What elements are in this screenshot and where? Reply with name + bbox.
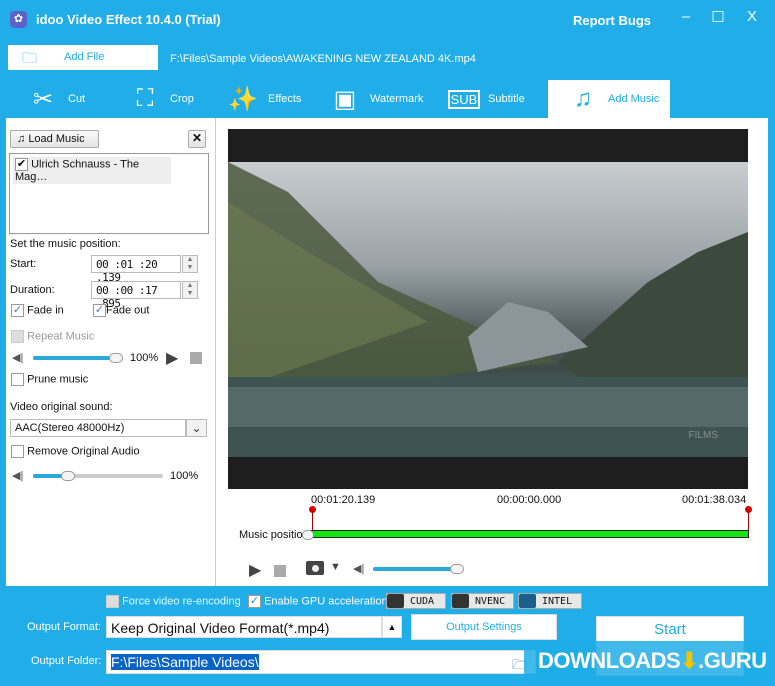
scissors-icon: ✂ (32, 85, 54, 113)
music-note-icon: ♫ (574, 85, 592, 112)
start-time-input[interactable]: 00 :01 :20 .139 (91, 255, 181, 284)
load-music-label: Load Music (28, 133, 85, 145)
tab-effects[interactable]: ✨ Effects (208, 80, 318, 118)
original-volume-value: 100% (170, 470, 199, 482)
output-folder-value: F:\Files\Sample Videos\ (111, 654, 259, 670)
add-file-label: Add File (64, 51, 105, 63)
tab-subtitle[interactable]: SUB Subtitle (430, 80, 548, 118)
tab-cut[interactable]: ✂ Cut (8, 80, 118, 118)
prune-label: Prune music (27, 373, 89, 386)
fade-out-checkbox[interactable]: ✓ Fade out (93, 304, 149, 317)
format-dropdown-icon[interactable]: ▲ (382, 616, 402, 638)
fade-in-checkbox[interactable]: ✓ Fade in (11, 304, 64, 317)
window-title: idoo Video Effect 10.4.0 (Trial) (36, 12, 221, 27)
output-format-label: Output Format: (27, 621, 101, 633)
stop-music-button[interactable] (190, 352, 202, 364)
start-label: Start: (10, 258, 37, 270)
track-name: Ulrich Schnauss - The Mag… (15, 158, 140, 183)
remove-original-label: Remove Original Audio (27, 445, 140, 458)
volume-icon: ◀| (12, 352, 24, 364)
remove-music-button[interactable]: ✕ (188, 130, 206, 148)
timeline-end-time: 00:01:38.034 (682, 494, 747, 506)
tab-add-music[interactable]: ♫ Add Music (548, 80, 670, 118)
force-reencode-checkbox[interactable]: Force video re-encoding (106, 595, 241, 608)
play-music-button[interactable]: ▶ (166, 348, 178, 368)
magic-wand-icon: ✨ (228, 85, 258, 113)
start-label: Start (654, 621, 686, 638)
intel-icon (519, 594, 536, 608)
minimize-button[interactable]: – (676, 8, 696, 25)
track-checkbox[interactable]: ✔ (15, 158, 28, 171)
tab-label: Subtitle (488, 93, 525, 105)
repeat-music-checkbox[interactable]: Repeat Music (11, 330, 94, 343)
music-list: ✔ Ulrich Schnauss - The Mag… (9, 153, 209, 234)
tab-label: Add Music (608, 93, 660, 105)
original-sound-heading: Video original sound: (10, 401, 113, 413)
camera-icon[interactable] (306, 561, 324, 575)
chevron-down-icon[interactable]: ⌄ (186, 419, 207, 437)
snapshot-dropdown-icon[interactable]: ▼ (330, 561, 341, 573)
position-heading: Set the music position: (10, 238, 121, 250)
start-spinner[interactable]: ▲ ▼ (182, 255, 198, 273)
tab-label: Cut (68, 93, 86, 105)
report-bugs-link[interactable]: Report Bugs (573, 13, 651, 28)
tab-watermark[interactable]: ▣ Watermark (310, 80, 430, 118)
maximize-button[interactable]: ☐ (708, 8, 728, 26)
nvenc-badge: NVENC (451, 593, 514, 609)
gpu-accel-checkbox[interactable]: ✓ Enable GPU acceleration (248, 595, 388, 608)
output-folder-input[interactable]: F:\Files\Sample Videos\ (106, 650, 536, 674)
video-watermark: FILMS (688, 430, 718, 441)
app-logo-icon: ✿ (10, 11, 27, 28)
nvidia-icon (452, 594, 469, 608)
repeat-label: Repeat Music (27, 330, 95, 343)
player-volume-slider[interactable] (373, 564, 464, 574)
gpu-accel-label: Enable GPU acceleration (264, 595, 388, 608)
duration-label: Duration: (10, 284, 55, 296)
crop-icon: ⛶ (136, 85, 154, 112)
output-folder-label: Output Folder: (31, 655, 102, 667)
fade-out-label: Fade out (106, 304, 150, 317)
output-settings-button[interactable]: Output Settings (411, 614, 557, 640)
watermark-icon: ▣ (333, 85, 357, 113)
list-item[interactable]: ✔ Ulrich Schnauss - The Mag… (13, 157, 171, 184)
file-path: F:\Files\Sample Videos\AWAKENING NEW ZEA… (170, 53, 476, 65)
downloads-guru-watermark: DOWNLOADS⬇.GURU (524, 641, 767, 683)
stop-button[interactable] (274, 565, 286, 577)
cuda-badge: CUDA (386, 593, 446, 609)
panel-divider (215, 118, 216, 586)
video-frame: FILMS (228, 162, 748, 457)
remove-original-audio-checkbox[interactable]: Remove Original Audio (11, 445, 140, 458)
audio-track-select[interactable]: AAC(Stereo 48000Hz) (10, 419, 186, 437)
music-position-label: Music position (239, 529, 309, 541)
subtitle-icon: SUB (448, 89, 480, 109)
timeline-start-time: 00:01:20.139 (311, 494, 376, 506)
music-volume-value: 100% (130, 352, 159, 364)
volume-icon: ◀| (353, 563, 365, 575)
tab-crop[interactable]: ⛶ Crop (110, 80, 210, 118)
add-folder-icon: 🗀 (22, 50, 38, 67)
prune-music-checkbox[interactable]: Prune music (11, 373, 88, 386)
music-volume-slider[interactable] (33, 353, 123, 363)
intel-badge: INTEL (518, 593, 582, 609)
duration-spinner[interactable]: ▲ ▼ (182, 281, 198, 299)
tab-label: Watermark (370, 93, 424, 105)
volume-icon: ◀| (12, 470, 24, 482)
output-format-select[interactable]: Keep Original Video Format(*.mp4) (106, 616, 382, 638)
tab-label: Effects (268, 93, 302, 105)
close-button[interactable]: X (742, 8, 762, 25)
fade-in-label: Fade in (27, 304, 64, 317)
original-volume-slider[interactable] (33, 471, 163, 481)
tab-label: Crop (170, 93, 194, 105)
load-music-button[interactable]: ♫ Load Music (10, 130, 99, 148)
timeline-current-time: 00:00:00.000 (497, 494, 562, 506)
add-file-button[interactable]: 🗀 Add File (8, 45, 158, 70)
force-reencode-label: Force video re-encoding (122, 595, 241, 608)
nvidia-icon (387, 594, 404, 608)
music-position-bar[interactable] (311, 530, 749, 538)
music-note-icon: ♫ (17, 133, 26, 145)
duration-input[interactable]: 00 :00 :17 .895 (91, 281, 181, 310)
music-position-knob[interactable] (302, 530, 314, 540)
play-button[interactable]: ▶ (249, 560, 261, 580)
